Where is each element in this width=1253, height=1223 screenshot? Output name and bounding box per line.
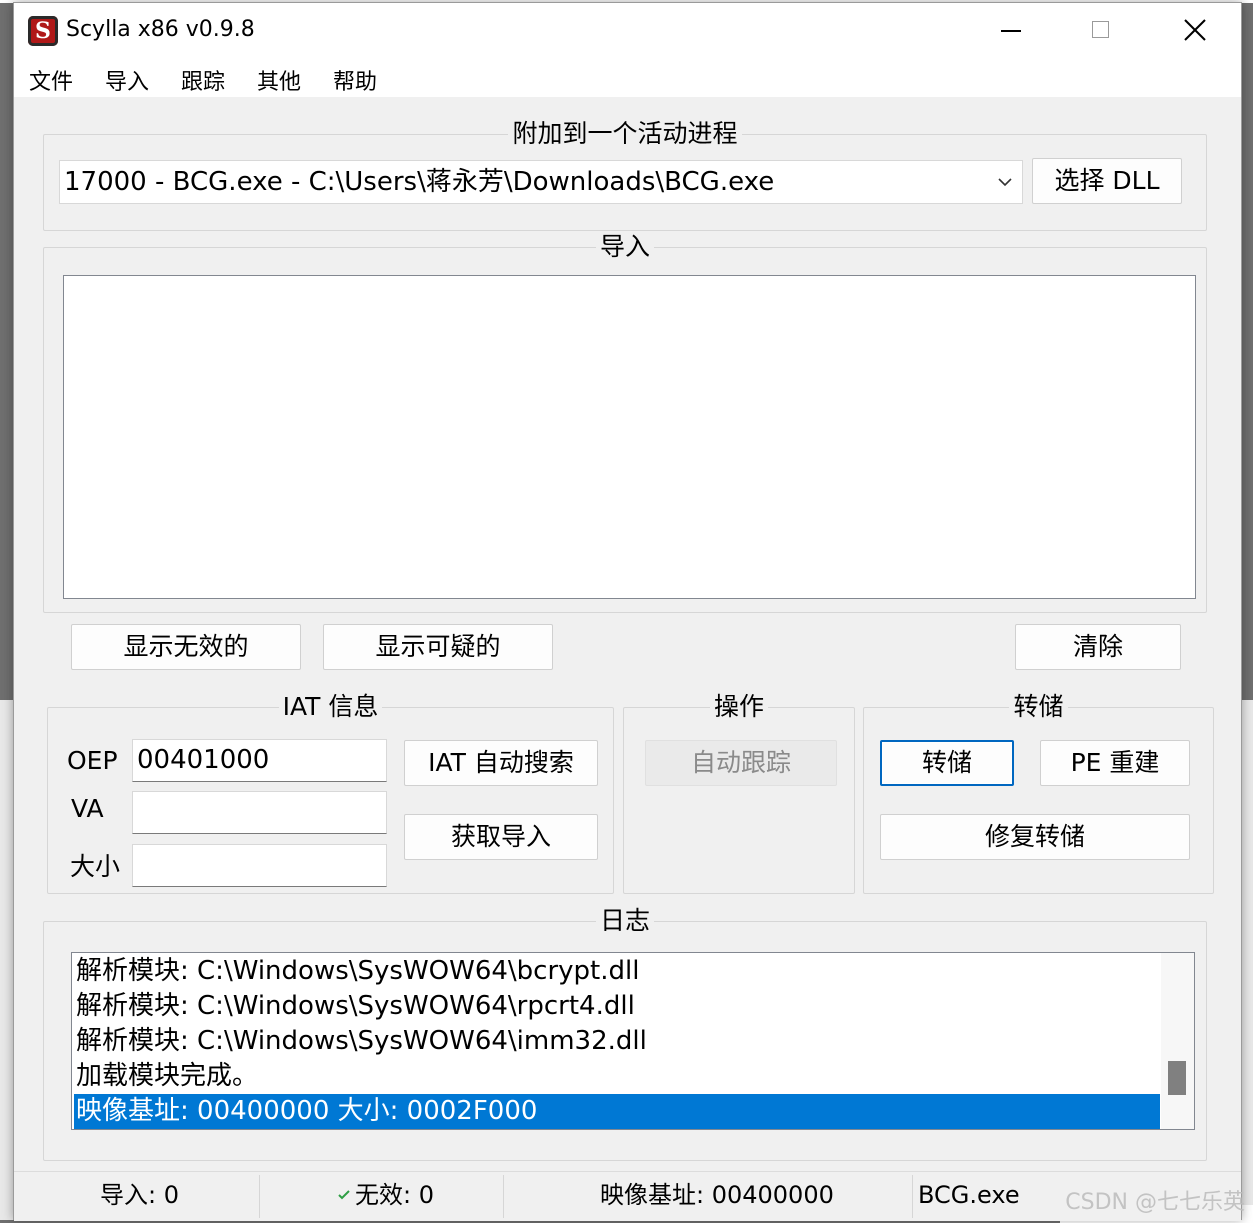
status-module: BCG.exe (918, 1181, 1020, 1209)
menu-bar: 文件 导入 跟踪 其他 帮助 (14, 55, 1241, 97)
get-imports-button[interactable]: 获取导入 (404, 814, 598, 860)
status-imports-count: 导入: 0 (100, 1181, 179, 1209)
log-group-title: 日志 (595, 906, 654, 935)
dump-button[interactable]: 转储 (880, 740, 1014, 786)
background-window (1242, 700, 1253, 1220)
status-bar: 导入: 0 无效: 0 映像基址: 00400000 BCG.exe (14, 1171, 1241, 1221)
menu-misc[interactable]: 其他 (257, 64, 301, 96)
minimize-icon (1001, 30, 1021, 32)
scylla-app-icon: S (28, 16, 58, 46)
dump-group-title: 转储 (1009, 692, 1068, 721)
imports-tree[interactable] (63, 275, 1196, 599)
minimize-button[interactable] (964, 3, 1056, 55)
va-label: VA (71, 794, 104, 823)
csdn-watermark: CSDN @七七乐英 (1065, 1190, 1245, 1215)
autotrace-button[interactable]: 自动跟踪 (645, 740, 837, 786)
window-title: Scylla x86 v0.9.8 (66, 17, 255, 42)
close-icon (1184, 19, 1206, 41)
menu-file[interactable]: 文件 (29, 64, 73, 96)
size-input[interactable] (132, 844, 387, 887)
menu-imports[interactable]: 导入 (105, 64, 149, 96)
actions-group-title: 操作 (709, 692, 768, 721)
close-button[interactable] (1148, 3, 1240, 55)
select-dll-button[interactable]: 选择 DLL (1032, 158, 1182, 204)
process-combobox[interactable]: 17000 - BCG.exe - C:\Users\蒋永芳\Downloads… (59, 160, 1023, 204)
size-label: 大小 (70, 852, 121, 881)
log-listbox[interactable]: 解析模块: C:\Windows\SysWOW64\bcrypt.dll 解析模… (71, 952, 1195, 1130)
scylla-window: S Scylla x86 v0.9.8 文件 导入 跟踪 其他 帮助 附加到一个… (13, 2, 1242, 1221)
maximize-button[interactable] (1056, 3, 1148, 55)
iat-info-group: IAT 信息 OEP 00401000 VA 大小 IAT 自动搜索 获取导入 (47, 692, 614, 894)
log-group: 日志 解析模块: C:\Windows\SysWOW64\bcrypt.dll … (43, 906, 1207, 1161)
menu-help[interactable]: 帮助 (333, 64, 377, 96)
log-scrollbar-thumb[interactable] (1168, 1061, 1186, 1095)
fix-dump-button[interactable]: 修复转储 (880, 814, 1190, 860)
status-invalid-count: 无效: 0 (355, 1181, 434, 1209)
chevron-down-icon (998, 178, 1012, 187)
oep-label: OEP (67, 746, 118, 775)
log-line[interactable]: 解析模块: C:\Windows\SysWOW64\imm32.dll (74, 1024, 647, 1059)
status-imagebase: 映像基址: 00400000 (600, 1181, 834, 1209)
process-combobox-value: 17000 - BCG.exe - C:\Users\蒋永芳\Downloads… (64, 167, 775, 197)
pe-rebuild-button[interactable]: PE 重建 (1040, 740, 1190, 786)
show-invalid-button[interactable]: 显示无效的 (71, 624, 301, 670)
log-line[interactable]: 解析模块: C:\Windows\SysWOW64\rpcrt4.dll (74, 989, 635, 1024)
log-line[interactable]: 加载模块完成。 (74, 1059, 258, 1094)
maximize-icon (1092, 21, 1109, 38)
attach-group-title: 附加到一个活动进程 (508, 119, 742, 148)
actions-group: 操作 自动跟踪 (623, 692, 855, 894)
iat-autosearch-button[interactable]: IAT 自动搜索 (404, 740, 598, 786)
iat-info-group-title: IAT 信息 (278, 692, 383, 721)
va-input[interactable] (132, 791, 387, 834)
dump-group: 转储 转储 PE 重建 修复转储 (863, 692, 1214, 894)
log-line[interactable]: 解析模块: C:\Windows\SysWOW64\bcrypt.dll (74, 954, 639, 989)
log-scrollbar[interactable] (1161, 953, 1194, 1129)
title-bar: S Scylla x86 v0.9.8 (14, 3, 1241, 55)
check-icon (338, 1190, 350, 1200)
show-suspect-button[interactable]: 显示可疑的 (323, 624, 553, 670)
oep-input[interactable]: 00401000 (132, 739, 387, 782)
imports-group-title: 导入 (595, 232, 654, 261)
menu-trace[interactable]: 跟踪 (181, 64, 225, 96)
imports-group: 导入 (43, 232, 1207, 613)
attach-group: 附加到一个活动进程 17000 - BCG.exe - C:\Users\蒋永芳… (43, 119, 1207, 231)
log-line-selected[interactable]: 映像基址: 00400000 大小: 0002F000 (74, 1094, 1160, 1129)
clear-button[interactable]: 清除 (1015, 624, 1181, 670)
background-window (0, 700, 13, 1220)
